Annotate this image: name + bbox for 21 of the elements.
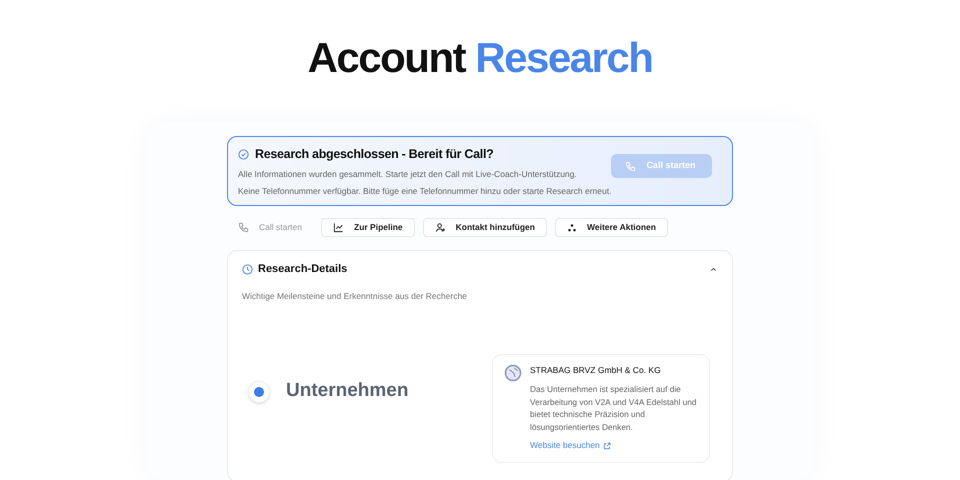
company-name: STRABAG BRVZ GmbH & Co. KG bbox=[530, 364, 662, 377]
check-circle-icon bbox=[238, 148, 249, 160]
phone-icon bbox=[625, 160, 636, 172]
action-button[interactable]: Weitere Aktionen bbox=[554, 218, 668, 237]
company-description: Das Unternehmen ist spezialisiert auf die Verarbeitung von V2A und V4A Edelstahl und bietet technische Präzision und lösungsorientiertes Denken. bbox=[530, 383, 698, 434]
banner-text: Alle Informationen wurden gesammelt. Starte jetzt den Call mit Live-Coach-Unterstützung. bbox=[238, 168, 578, 180]
banner-title: Research abgeschlossen - Bereit für Call? bbox=[255, 146, 494, 163]
phone-icon bbox=[238, 222, 249, 233]
banner-text: Keine Telefonnummer verfügbar. Bitte füge eine Telefonnummer hinzu oder starte Research erneut. bbox=[238, 184, 612, 198]
action-button[interactable]: Kontakt hinzufügen bbox=[422, 218, 547, 237]
website-link[interactable]: Website besuchen bbox=[530, 439, 698, 452]
action-button[interactable]: Zur Pipeline bbox=[321, 218, 415, 237]
chart-icon bbox=[333, 222, 344, 233]
dots-icon bbox=[566, 222, 577, 232]
section-title: Research-Details bbox=[258, 262, 348, 277]
external-link-icon bbox=[602, 442, 611, 450]
clock-icon bbox=[242, 264, 253, 275]
user-add-icon bbox=[434, 222, 446, 233]
section-subtitle: Wichtige Meilensteine und Erkenntnisse aus der Recherche bbox=[242, 290, 468, 302]
milestone-label: Unternehmen bbox=[286, 379, 408, 404]
page-title: Account Research bbox=[308, 33, 652, 83]
